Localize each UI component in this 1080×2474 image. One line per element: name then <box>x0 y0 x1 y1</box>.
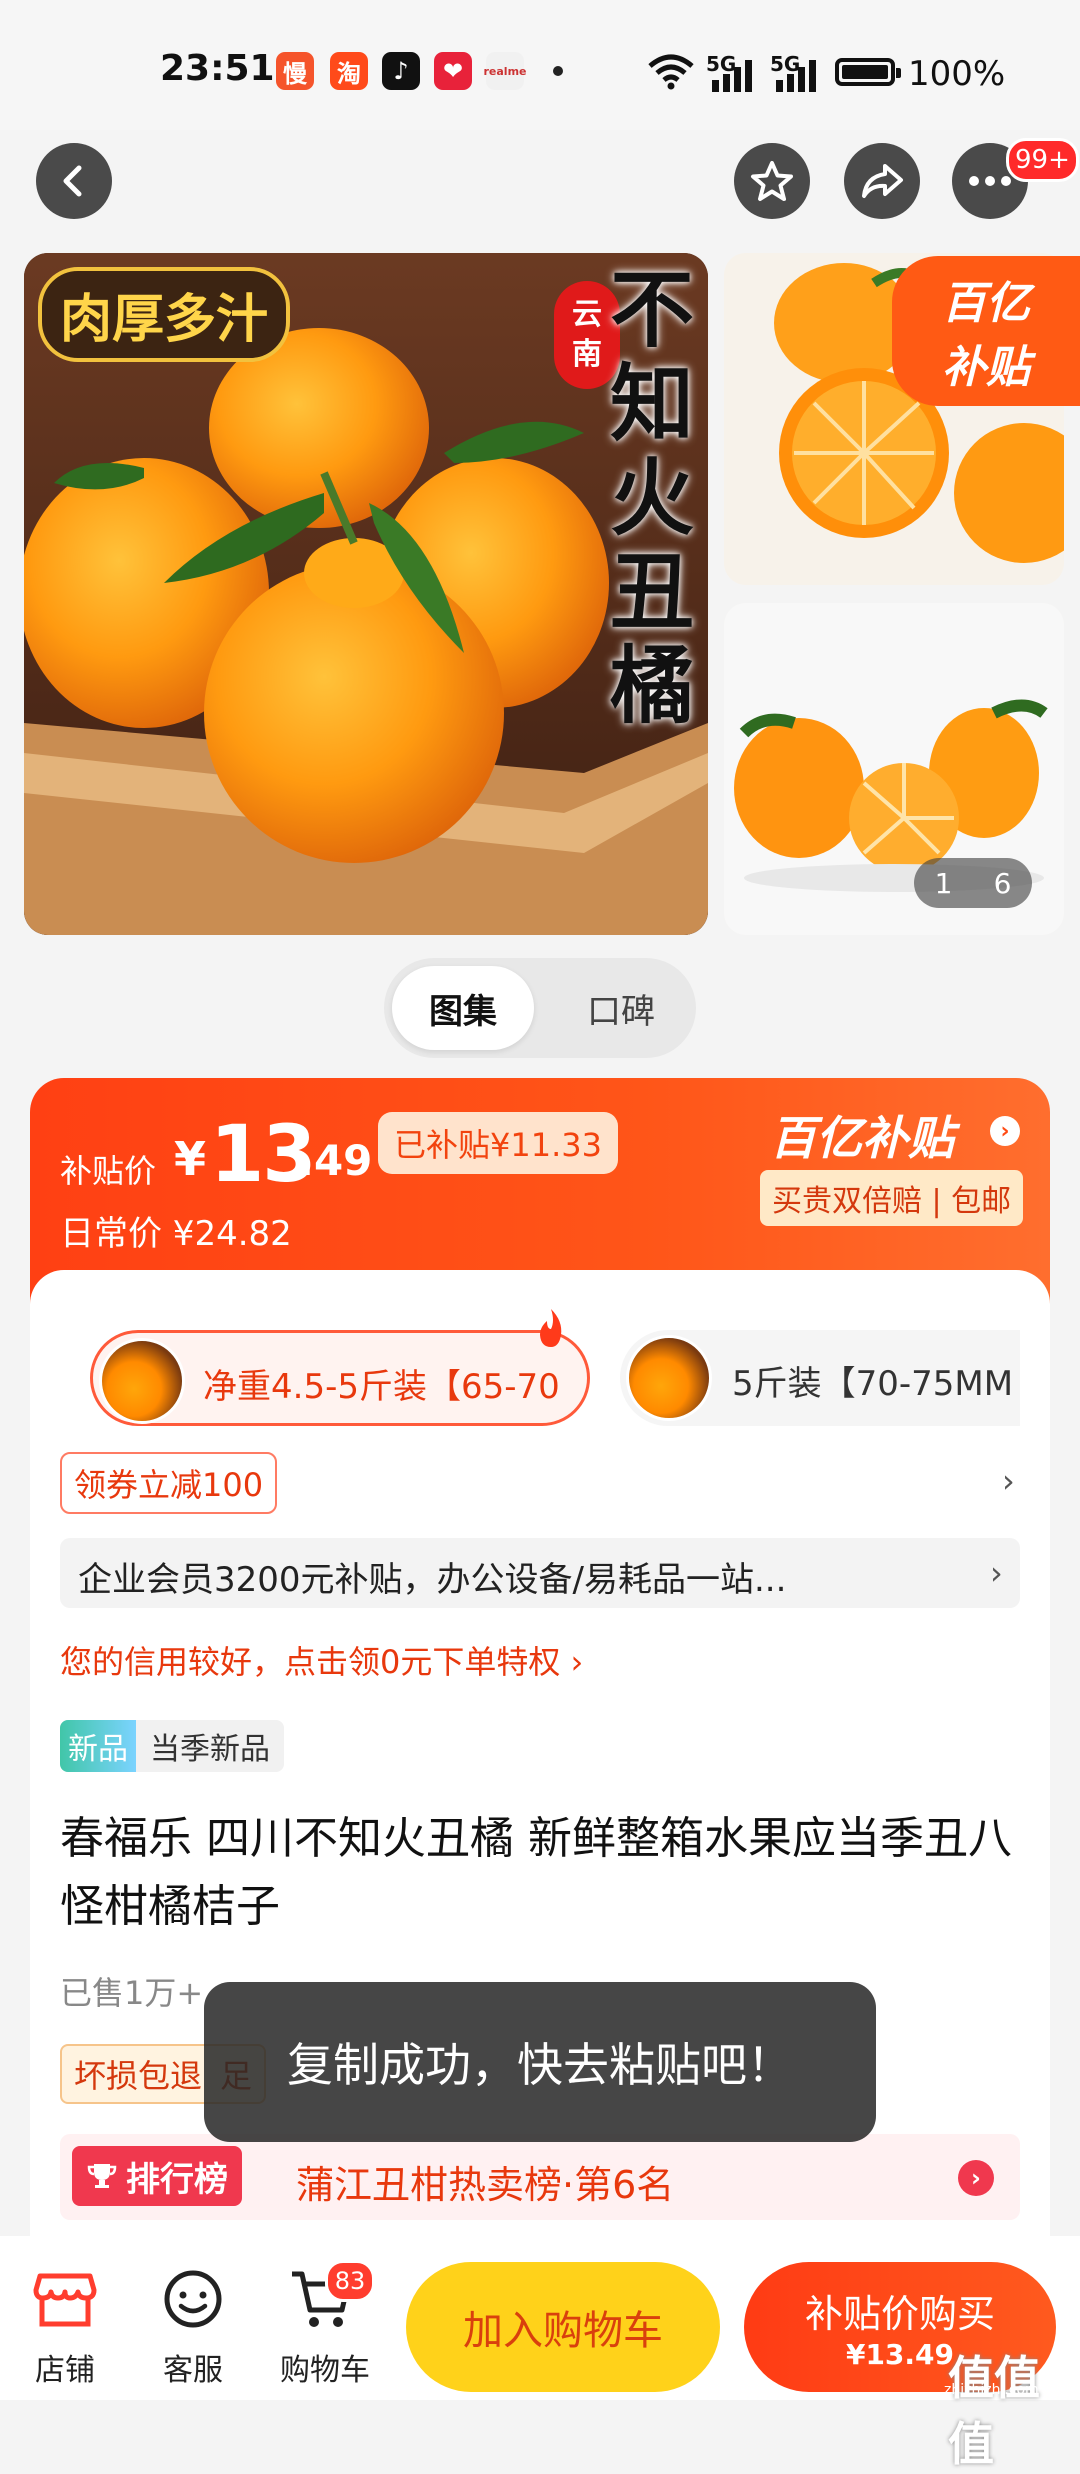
chevron-right-icon: › <box>990 1554 1003 1592</box>
new-badge: 新品 <box>60 1720 136 1772</box>
spec-label: 净重4.5-5斤装【65-70 <box>203 1367 560 1407</box>
pager-current: 1 <box>934 866 953 900</box>
tiktok-app-icon: ♪ <box>382 52 420 90</box>
service-label[interactable]: 客服 <box>143 2345 243 2389</box>
damage-refund-text: 坏损包退 <box>74 2057 203 2095</box>
main-product-image[interactable]: 肉厚多汁 云 南 不知火丑橘 <box>24 253 708 935</box>
enterprise-text: 企业会员3200元补贴，办公设备/易耗品一站... <box>78 1560 787 1600</box>
taobao-app-icon: 淘 <box>330 52 368 90</box>
toast-message: 复制成功，快去粘贴吧！ <box>204 1982 876 2142</box>
daily-price: 日常价 ¥24.82 <box>60 1214 292 1254</box>
billion-subsidy-link[interactable]: 百亿补贴 <box>770 1102 954 1168</box>
notification-dot <box>553 66 563 76</box>
image-pager: 1 6 <box>914 858 1032 908</box>
share-button[interactable] <box>844 143 920 219</box>
share-icon <box>862 164 903 198</box>
product-title: 春福乐 四川不知火丑橘 新鲜整箱水果应当季丑八怪柑橘桔子 <box>60 1813 1012 1932</box>
price-currency: ¥ <box>174 1132 207 1186</box>
billion-subsidy-badge-line1: 百亿 <box>942 278 1030 329</box>
buy-button-label: 补贴价购买 <box>804 2292 995 2336</box>
signal-2-icon <box>776 58 818 92</box>
wifi-icon <box>648 54 694 90</box>
back-button[interactable] <box>36 143 112 219</box>
origin-tag-line1: 云 <box>572 297 602 332</box>
origin-tag-line2: 南 <box>572 337 602 372</box>
realme-app-icon: realme <box>484 52 527 90</box>
sold-count: 已售1万+ <box>60 1974 204 2012</box>
new-product-tag: 新品 当季新品 <box>60 1720 284 1772</box>
message-count-badge: 99+ <box>1006 138 1079 182</box>
ranking-text: 蒲江丑柑热卖榜·第6名 <box>296 2163 675 2207</box>
juicy-tag: 肉厚多汁 <box>38 267 291 362</box>
cart-label[interactable]: 购物车 <box>275 2345 375 2389</box>
credit-offer-link[interactable]: 您的信用较好，点击领0元下单特权 › <box>60 1637 583 1683</box>
spec-option-selected[interactable]: 净重4.5-5斤装【65-70 <box>90 1330 590 1426</box>
more-dots-icon <box>969 176 1011 186</box>
ranking-badge: 排行榜 <box>72 2146 242 2206</box>
coupon-button[interactable]: 领券立减100 <box>60 1452 278 1514</box>
hot-flame-icon <box>540 1309 562 1347</box>
customer-service-icon[interactable] <box>158 2264 228 2334</box>
watermark-logo: 值值值 <box>948 2351 1040 2471</box>
cart-count-badge: 83 <box>325 2260 375 2302</box>
battery-percent: 100% <box>908 54 1006 94</box>
watermark-url: zhizhizhi.com <box>944 2382 1039 2398</box>
subsidy-price-label: 补贴价 <box>60 1152 157 1190</box>
shop-label[interactable]: 店铺 <box>15 2345 115 2389</box>
new-badge-text: 当季新品 <box>150 1732 270 1767</box>
favorite-button[interactable] <box>734 143 810 219</box>
spec-option[interactable]: 5斤装【70-75MM <box>620 1330 1020 1426</box>
add-to-cart-button[interactable]: 加入购物车 <box>406 2262 720 2392</box>
chevron-right-icon: › <box>958 2160 994 2196</box>
signal-1-icon <box>712 58 754 92</box>
battery-icon <box>835 58 901 86</box>
chevron-right-icon[interactable]: › <box>1002 1462 1015 1500</box>
buy-button-price: ¥13.49 <box>845 2338 955 2371</box>
status-time: 23:51 <box>160 48 275 89</box>
tab-reviews[interactable]: 口碑 <box>550 966 692 1050</box>
billion-subsidy-badge-line2: 补贴 <box>942 342 1030 393</box>
billion-subsidy-badge: 百亿 补贴 <box>892 256 1080 406</box>
manman-app-icon: 慢 <box>276 52 314 90</box>
chevron-right-icon: › <box>990 1116 1020 1146</box>
pager-total: 6 <box>993 866 1012 900</box>
guarantee-tag: 买贵双倍赔 | 包邮 <box>760 1170 1024 1226</box>
ranking-badge-label: 排行榜 <box>126 2159 228 2200</box>
star-icon <box>751 161 793 201</box>
shop-icon[interactable] <box>30 2264 100 2334</box>
spec-label: 5斤装【70-75MM <box>732 1364 1014 1404</box>
spec-thumbnail <box>626 1335 712 1421</box>
heart-app-icon: ❤ <box>434 52 472 90</box>
subsidized-amount-pill: 已补贴¥11.33 <box>378 1112 618 1174</box>
back-arrow-icon <box>63 165 82 197</box>
trophy-icon <box>87 2164 117 2188</box>
product-vertical-title: 不知火丑橘 <box>609 260 694 735</box>
price-decimal: .49 <box>298 1136 373 1185</box>
spec-thumbnail <box>99 1338 185 1424</box>
tab-gallery[interactable]: 图集 <box>392 966 534 1050</box>
